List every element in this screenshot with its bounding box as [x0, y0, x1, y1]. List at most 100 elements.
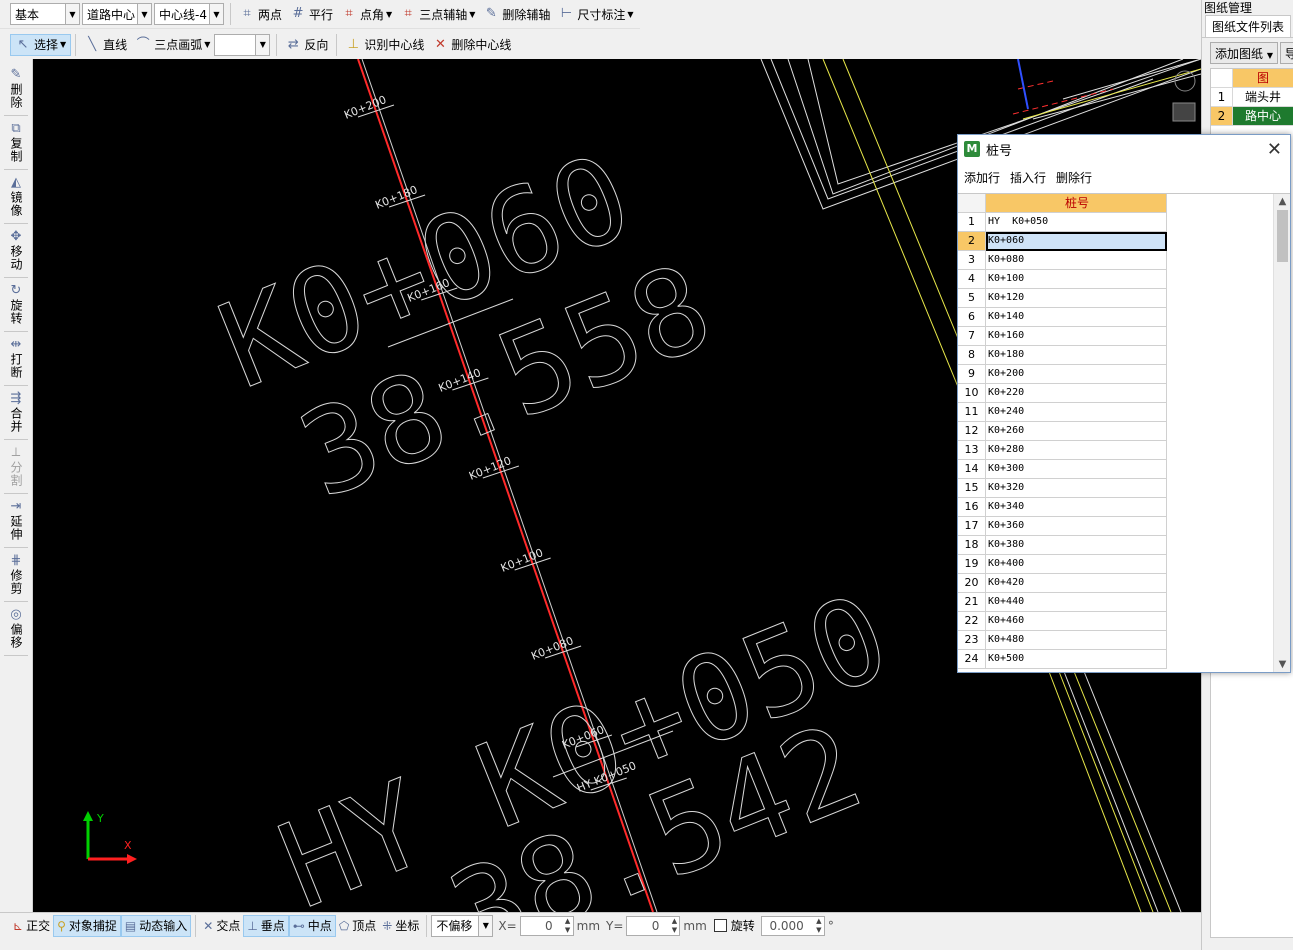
- station-cell[interactable]: K0+100: [986, 270, 1167, 289]
- tab-drawing-list[interactable]: 图纸文件列表: [1205, 15, 1292, 37]
- station-cell[interactable]: K0+340: [986, 498, 1167, 517]
- tool-rotate[interactable]: ↻ 旋转: [2, 283, 30, 325]
- two-point-button[interactable]: ⌗ 两点: [235, 3, 286, 25]
- rotate-input[interactable]: 0.000 ▲ ▼: [760, 915, 825, 936]
- table-row[interactable]: 17 K0+360: [958, 517, 1290, 536]
- station-cell[interactable]: K0+120: [986, 289, 1167, 308]
- tool-trim[interactable]: ⋕ 修剪: [2, 553, 30, 595]
- spinner-icon[interactable]: ▲ ▼: [669, 917, 679, 935]
- table-row[interactable]: 8 K0+180: [958, 346, 1290, 365]
- station-cell[interactable]: K0+080: [986, 251, 1167, 270]
- vertex-snap[interactable]: ⬠ 顶点: [336, 915, 379, 937]
- table-row[interactable]: 2 路中心: [1211, 107, 1293, 126]
- table-row[interactable]: 4 K0+100: [958, 270, 1290, 289]
- table-row[interactable]: 20 K0+420: [958, 574, 1290, 593]
- station-cell[interactable]: K0+480: [986, 631, 1167, 650]
- offset-combo[interactable]: 不偏移 ▼: [431, 914, 494, 937]
- tool-extend[interactable]: ⇥ 延伸: [2, 499, 30, 541]
- station-cell[interactable]: HY K0+050: [986, 213, 1167, 232]
- station-cell[interactable]: K0+300: [986, 460, 1167, 479]
- station-cell[interactable]: K0+460: [986, 612, 1167, 631]
- add-row-button[interactable]: 添加行: [964, 169, 1000, 186]
- parallel-button[interactable]: # 平行: [286, 3, 337, 25]
- rotate-checkbox[interactable]: [713, 919, 727, 932]
- identify-centerline-button[interactable]: ⊥ 识别中心线: [341, 34, 428, 56]
- delete-centerline-button[interactable]: ✕ 删除中心线: [428, 34, 515, 56]
- delete-row-button[interactable]: 删除行: [1056, 169, 1092, 186]
- dimension-button[interactable]: ⊢ 尺寸标注 ▼: [554, 3, 637, 25]
- ortho-toggle[interactable]: ⊾ 正交: [10, 915, 53, 937]
- mode-combo[interactable]: 基本 ▼: [10, 3, 80, 25]
- station-cell[interactable]: K0+260: [986, 422, 1167, 441]
- delete-axis-button[interactable]: ✎ 删除辅轴: [479, 3, 554, 25]
- table-row[interactable]: 2 K0+060: [958, 232, 1290, 251]
- tool-copy[interactable]: ⧉ 复制: [2, 121, 30, 163]
- station-cell[interactable]: K0+280: [986, 441, 1167, 460]
- close-icon[interactable]: ✕: [1267, 139, 1282, 160]
- station-cell[interactable]: K0+360: [986, 517, 1167, 536]
- layer-combo[interactable]: 道路中心 ▼: [82, 3, 152, 25]
- scroll-up-icon[interactable]: ▲: [1274, 194, 1290, 210]
- scroll-thumb[interactable]: [1277, 210, 1288, 262]
- table-row[interactable]: 23 K0+480: [958, 631, 1290, 650]
- table-row[interactable]: 21 K0+440: [958, 593, 1290, 612]
- arc-option-combo[interactable]: ▼: [214, 33, 271, 56]
- dynamic-input-toggle[interactable]: ▤ 动态输入: [120, 914, 192, 937]
- table-row[interactable]: 24 K0+500: [958, 650, 1290, 669]
- three-point-axis-button[interactable]: ⌗ 三点辅轴 ▼: [396, 3, 479, 25]
- station-cell[interactable]: K0+320: [986, 479, 1167, 498]
- table-row[interactable]: 15 K0+320: [958, 479, 1290, 498]
- add-drawing-button[interactable]: 添加图纸 ▼: [1210, 42, 1278, 64]
- column-header-station[interactable]: 桩号: [986, 194, 1167, 213]
- table-row[interactable]: 1 HY K0+050: [958, 213, 1290, 232]
- spinner-icon[interactable]: ▲ ▼: [563, 917, 573, 935]
- reverse-button[interactable]: ⇄ 反向: [281, 34, 332, 56]
- tool-split[interactable]: ⟂ 分割: [2, 445, 30, 487]
- scroll-down-icon[interactable]: ▼: [1274, 657, 1290, 672]
- station-cell[interactable]: K0+400: [986, 555, 1167, 574]
- three-point-arc-button[interactable]: ⌒ 三点画弧 ▼: [131, 34, 214, 56]
- table-row[interactable]: 1 端头井: [1211, 88, 1293, 107]
- table-row[interactable]: 3 K0+080: [958, 251, 1290, 270]
- station-cell[interactable]: K0+220: [986, 384, 1167, 403]
- tool-eraser[interactable]: ✎ 删除: [2, 67, 30, 109]
- table-row[interactable]: 10 K0+220: [958, 384, 1290, 403]
- point-angle-button[interactable]: ⌗ 点角 ▼: [337, 3, 396, 25]
- coordinate-snap[interactable]: ⁜ 坐标: [379, 915, 422, 937]
- table-row[interactable]: 7 K0+160: [958, 327, 1290, 346]
- line-button[interactable]: ╲ 直线: [80, 34, 131, 56]
- import-button[interactable]: 导入: [1280, 42, 1293, 64]
- table-row[interactable]: 22 K0+460: [958, 612, 1290, 631]
- station-cell[interactable]: K0+240: [986, 403, 1167, 422]
- table-row[interactable]: 18 K0+380: [958, 536, 1290, 555]
- select-button[interactable]: ↖ 选择 ▼: [10, 33, 72, 56]
- station-cell[interactable]: K0+140: [986, 308, 1167, 327]
- station-cell[interactable]: K0+500: [986, 650, 1167, 669]
- table-row[interactable]: 14 K0+300: [958, 460, 1290, 479]
- station-cell[interactable]: K0+420: [986, 574, 1167, 593]
- table-row[interactable]: 19 K0+400: [958, 555, 1290, 574]
- line-combo[interactable]: 中心线-4 ▼: [154, 3, 224, 25]
- table-row[interactable]: 11 K0+240: [958, 403, 1290, 422]
- tool-merge[interactable]: ⇶ 合并: [2, 391, 30, 433]
- table-row[interactable]: 13 K0+280: [958, 441, 1290, 460]
- insert-row-button[interactable]: 插入行: [1010, 169, 1046, 186]
- tool-mirror[interactable]: ◭ 镜像: [2, 175, 30, 217]
- table-row[interactable]: 12 K0+260: [958, 422, 1290, 441]
- tool-offset[interactable]: ◎ 偏移: [2, 607, 30, 649]
- table-row[interactable]: 6 K0+140: [958, 308, 1290, 327]
- perpendicular-snap[interactable]: ⊥ 垂点: [243, 914, 289, 937]
- x-input[interactable]: 0 ▲ ▼: [519, 915, 574, 936]
- table-row[interactable]: 16 K0+340: [958, 498, 1290, 517]
- midpoint-snap[interactable]: ⊷ 中点: [288, 914, 336, 937]
- station-cell[interactable]: K0+380: [986, 536, 1167, 555]
- y-input[interactable]: 0 ▲ ▼: [626, 915, 681, 936]
- tool-break[interactable]: ⇹ 打断: [2, 337, 30, 379]
- vertical-scrollbar[interactable]: ▲ ▼: [1273, 194, 1290, 672]
- station-cell[interactable]: K0+200: [986, 365, 1167, 384]
- station-cell[interactable]: K0+180: [986, 346, 1167, 365]
- intersection-snap[interactable]: ✕ 交点: [200, 915, 243, 937]
- station-cell[interactable]: K0+160: [986, 327, 1167, 346]
- table-row[interactable]: 5 K0+120: [958, 289, 1290, 308]
- station-cell[interactable]: K0+440: [986, 593, 1167, 612]
